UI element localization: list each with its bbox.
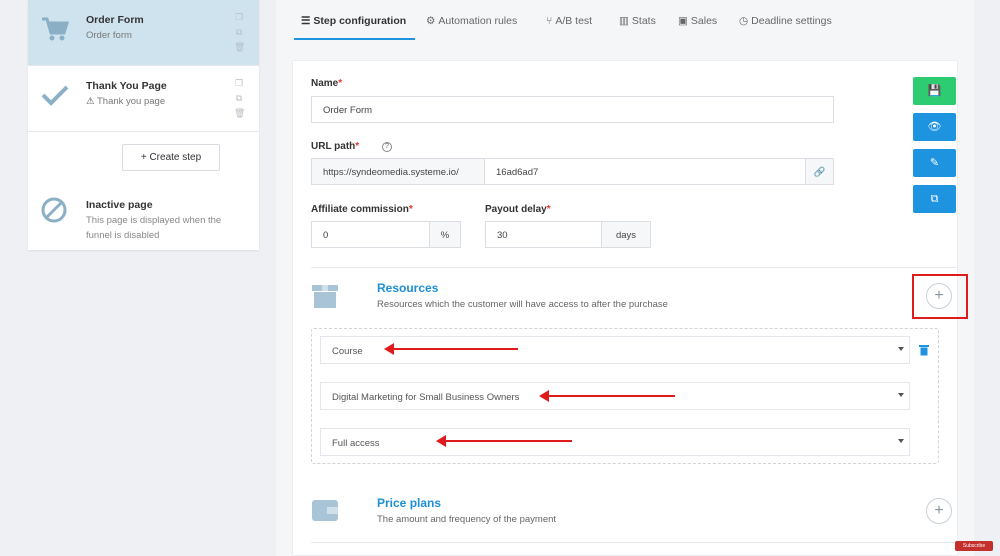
access-level-select[interactable]: Full access <box>320 428 910 456</box>
affiliate-commission-input[interactable]: 0 <box>311 221 430 248</box>
divider <box>311 267 956 268</box>
resources-subtitle: Resources which the customer will have a… <box>377 299 668 310</box>
divider <box>311 542 956 543</box>
copy-icon[interactable]: ❐ <box>234 12 244 22</box>
required-mark: * <box>408 204 413 215</box>
warning-icon: ⚠ <box>86 96 97 107</box>
save-button[interactable]: 💾 <box>913 77 956 105</box>
url-slug-input[interactable]: 16ad6ad7 <box>484 158 806 185</box>
cart-icon <box>42 17 70 41</box>
step-title: Thank You Page <box>86 80 167 92</box>
required-mark: * <box>546 204 551 215</box>
inactive-title: Inactive page <box>86 199 153 211</box>
create-step-button[interactable]: + Create step <box>122 144 220 171</box>
check-icon <box>41 85 69 106</box>
percent-addon: % <box>429 221 461 248</box>
name-input[interactable]: Order Form <box>311 96 834 123</box>
step-order-form[interactable]: Order Form Order form ❐ ⧉ 🗑 <box>28 0 259 66</box>
tab-label: Deadline settings <box>751 15 832 27</box>
trash-icon[interactable]: 🗑 <box>234 42 245 52</box>
duplicate-icon[interactable]: ⧉ <box>234 27 244 37</box>
annotation-arrow <box>384 343 518 355</box>
step-actions: ❐ ⧉ 🗑 <box>234 78 246 123</box>
chevron-down-icon <box>898 393 904 397</box>
active-tab-indicator <box>294 38 415 40</box>
name-label-text: Name <box>311 78 339 89</box>
main-content: ☰ Step configuration ⚙ Automation rules ⑂ A… <box>276 0 974 556</box>
days-addon: days <box>601 221 651 248</box>
chevron-down-icon <box>898 347 904 351</box>
url-prefix: https://syndeomedia.systeme.io/ <box>311 158 485 185</box>
tab-label: Sales <box>690 15 718 27</box>
preview-button[interactable]: 👁 <box>913 113 956 141</box>
branch-icon: ⑂ <box>546 15 553 27</box>
tab-label: Step configuration <box>313 15 407 27</box>
affiliate-label-text: Affiliate commission <box>311 204 409 215</box>
resources-title: Resources <box>377 281 439 295</box>
edit-button[interactable]: ✎ <box>913 149 956 177</box>
tab-deadline-settings[interactable]: ◷ Deadline settings <box>739 15 832 27</box>
tab-automation-rules[interactable]: ⚙ Automation rules <box>426 15 517 27</box>
tab-step-configuration[interactable]: ☰ Step configuration <box>301 15 406 27</box>
tab-bar: ☰ Step configuration ⚙ Automation rules ⑂ A… <box>276 0 974 42</box>
duplicate-page-button[interactable]: ⧉ <box>913 185 956 213</box>
payout-delay-label: Payout delay* <box>485 204 551 215</box>
price-plans-subtitle: The amount and frequency of the payment <box>377 514 557 525</box>
inactive-description: This page is displayed when the funnel i… <box>86 215 222 241</box>
trash-icon[interactable] <box>919 344 929 356</box>
annotation-arrow <box>436 435 572 447</box>
step-thank-you[interactable]: Thank You Page ⚠ Thank you page ❐ ⧉ 🗑 <box>28 66 259 132</box>
copy-icon[interactable]: ❐ <box>234 78 244 88</box>
list-icon: ☰ <box>301 15 311 27</box>
url-label-text: URL path <box>311 141 356 152</box>
annotation-arrow <box>539 390 675 402</box>
price-plans-title: Price plans <box>377 496 442 510</box>
bar-chart-icon: ▥ <box>619 15 629 27</box>
step-actions: ❐ ⧉ 🗑 <box>234 12 246 57</box>
step-title: Order Form <box>86 14 144 26</box>
highlight-box <box>912 274 968 319</box>
tab-ab-test[interactable]: ⑂ A/B test <box>546 15 592 27</box>
ban-icon <box>41 197 67 223</box>
tab-label: Automation rules <box>438 15 518 27</box>
subscribe-badge[interactable]: Subscribe <box>955 541 993 551</box>
tab-stats[interactable]: ▥ Stats <box>619 15 656 27</box>
add-price-plan-button[interactable]: + <box>926 498 952 524</box>
payout-label-text: Payout delay <box>485 204 547 215</box>
link-icon[interactable]: 🔗 <box>805 158 834 185</box>
required-mark: * <box>355 141 360 152</box>
url-path-label: URL path* <box>311 141 359 152</box>
money-icon: ▣ <box>678 15 688 27</box>
affiliate-commission-label: Affiliate commission* <box>311 204 413 215</box>
gears-icon: ⚙ <box>426 15 436 27</box>
duplicate-icon[interactable]: ⧉ <box>234 93 244 103</box>
payout-delay-input[interactable]: 30 <box>485 221 602 248</box>
tab-sales[interactable]: ▣ Sales <box>678 15 717 27</box>
step-subtitle: Order form <box>86 30 132 41</box>
help-icon[interactable]: ? <box>382 142 392 152</box>
clock-icon: ◷ <box>739 15 749 27</box>
select-value: Digital Marketing for Small Business Own… <box>332 392 520 403</box>
step-subtitle-text: Thank you page <box>96 96 166 107</box>
trash-icon[interactable]: 🗑 <box>234 108 245 118</box>
step-subtitle: ⚠ Thank you page <box>86 96 165 107</box>
select-value: Course <box>332 346 363 357</box>
funnel-steps-panel: Order Form Order form ❐ ⧉ 🗑 Thank You Pa… <box>28 0 259 250</box>
chevron-down-icon <box>898 439 904 443</box>
tab-label: A/B test <box>555 15 593 27</box>
tab-label: Stats <box>631 15 656 27</box>
config-card: Name* Order Form URL path* ? https://syn… <box>292 60 968 556</box>
wallet-icon <box>312 500 338 521</box>
resource-type-select[interactable]: Course <box>320 336 910 364</box>
inactive-page[interactable]: Inactive page This page is displayed whe… <box>28 190 259 250</box>
required-mark: * <box>338 78 343 89</box>
name-label: Name* <box>311 78 342 89</box>
box-icon <box>312 285 338 308</box>
select-value: Full access <box>332 438 380 449</box>
